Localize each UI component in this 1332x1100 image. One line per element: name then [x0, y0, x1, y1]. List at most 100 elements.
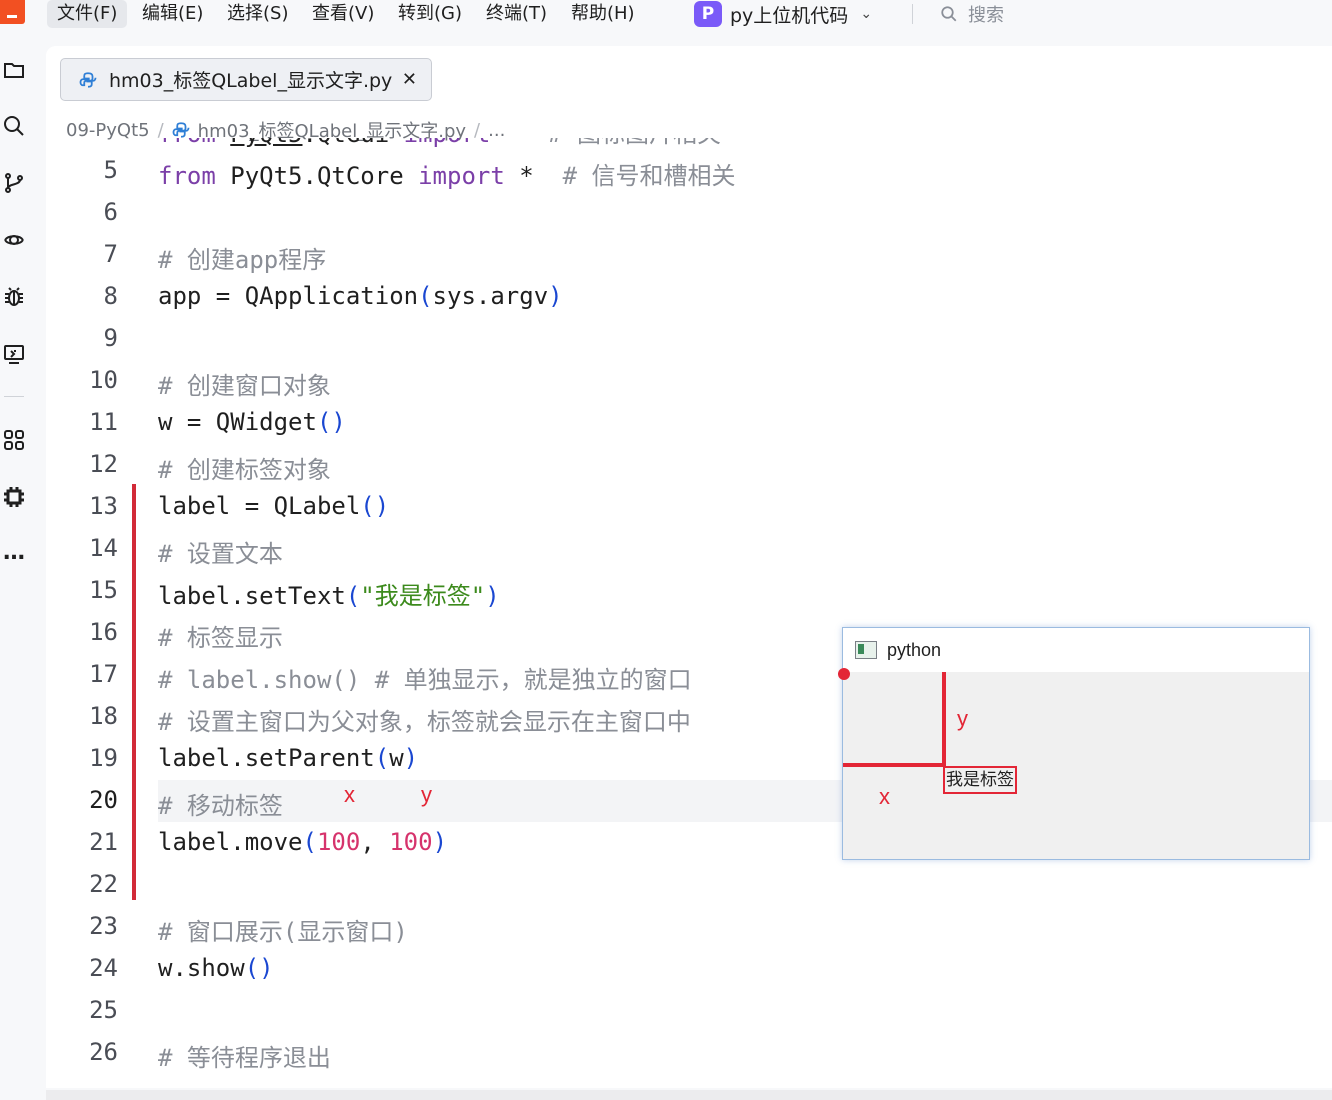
keyword: from — [158, 138, 216, 148]
line-number: 25 — [89, 996, 118, 1024]
line-number: 18 — [89, 702, 118, 730]
code-token: , — [360, 828, 390, 856]
tab-bar: hm03_标签QLabel_显示文字.py ✕ — [46, 46, 1332, 108]
more-icon[interactable]: … — [0, 538, 28, 566]
menu-view[interactable]: 查看(V) — [302, 0, 384, 28]
code-token: label.move — [158, 828, 303, 856]
code-token: w.show — [158, 954, 245, 982]
line-number: 14 — [89, 534, 118, 562]
activity-bar: … — [0, 30, 46, 1100]
chip-icon[interactable] — [0, 483, 28, 511]
line-number: 5 — [103, 156, 118, 184]
code-line: 4 from PyQt5.QtGui import * # 图标图片相关 — [46, 138, 1332, 150]
paren: () — [244, 954, 274, 982]
paren: ) — [485, 582, 500, 610]
source-control-icon[interactable] — [0, 169, 28, 197]
code-token: w = QWidget — [158, 408, 317, 436]
menu-terminal[interactable]: 终端(T) — [476, 0, 557, 28]
code-line: 7 # 创建app程序 — [46, 234, 1332, 276]
paren: ( — [302, 828, 317, 856]
comment: # label.show() # 单独显示，就是独立的窗口 — [158, 666, 692, 694]
annotation-y: y — [421, 782, 432, 807]
line-number: 8 — [103, 282, 118, 310]
line-number: 17 — [89, 660, 118, 688]
menu-go[interactable]: 转到(G) — [388, 0, 472, 28]
extensions-icon[interactable] — [0, 426, 28, 454]
paren: () — [316, 408, 346, 436]
code-line: 24 w.show() — [46, 948, 1332, 990]
app-logo-icon[interactable] — [0, 0, 25, 24]
code-token: * — [490, 138, 548, 148]
code-line: 6 — [46, 192, 1332, 234]
horizontal-scrollbar[interactable] — [46, 1090, 1332, 1100]
project-badge: P — [694, 1, 722, 27]
line-number: 22 — [89, 870, 118, 898]
code-line: 15 label.setText("我是标签") — [46, 570, 1332, 612]
run-debug-icon[interactable] — [0, 226, 28, 254]
paren: ) — [432, 828, 448, 856]
paren: ( — [418, 282, 433, 310]
code-token: label = QLabel — [158, 492, 361, 520]
code-token: label.setParent — [158, 744, 375, 772]
menu-bar: 文件(F) 编辑(E) 选择(S) 查看(V) 转到(G) 终端(T) 帮助(H… — [0, 0, 1332, 30]
python-file-icon — [172, 122, 190, 138]
x-offset-line — [843, 763, 946, 767]
code-line: 22 — [46, 864, 1332, 906]
keyword: import — [418, 162, 505, 190]
line-number: 20 — [89, 786, 118, 814]
code-editor[interactable]: 4 from PyQt5.QtGui import * # 图标图片相关 5 f… — [46, 138, 1332, 1088]
annotation-x: x — [879, 784, 890, 809]
search-icon[interactable] — [0, 112, 28, 140]
qlabel: 我是标签 — [943, 766, 1017, 794]
editor-tab[interactable]: hm03_标签QLabel_显示文字.py ✕ — [60, 58, 432, 101]
code-token: app = QApplication — [158, 282, 419, 310]
comment: # 移动标签 — [158, 792, 283, 820]
code-text: w.show() — [158, 954, 274, 982]
code-line: 26 # 等待程序退出 — [46, 1032, 1332, 1074]
line-number: 15 — [89, 576, 118, 604]
code-token: * — [504, 162, 563, 190]
code-token: label.setText — [158, 582, 346, 610]
module-name: PyQt5 — [230, 138, 302, 148]
code-line: 13 label = QLabel() — [46, 486, 1332, 528]
remote-explorer-icon[interactable] — [0, 340, 28, 368]
code-token: sys.argv — [432, 282, 549, 310]
line-number: 4 — [46, 138, 118, 142]
comment: # 创建标签对象 — [158, 456, 331, 484]
project-switcher[interactable]: P py上位机代码 ⌄ — [694, 0, 872, 28]
paren: ( — [374, 744, 390, 772]
window-titlebar[interactable]: python — [843, 628, 1309, 672]
python-window[interactable]: python y x 我是标签 — [838, 627, 1310, 860]
comment: # 标签显示 — [158, 624, 283, 652]
code-line: 8 app = QApplication(sys.argv) — [46, 276, 1332, 318]
code-text: label = QLabel() — [158, 492, 389, 520]
comment: # 创建app程序 — [158, 246, 327, 274]
line-number: 12 — [89, 450, 118, 478]
menu-selection[interactable]: 选择(S) — [217, 0, 298, 28]
code-line: 14 # 设置文本 — [46, 528, 1332, 570]
paren: ) — [548, 282, 563, 310]
line-number: 24 — [89, 954, 118, 982]
project-name: py上位机代码 — [730, 4, 849, 27]
comment: # 设置主窗口为父对象，标签就会显示在主窗口中 — [158, 708, 691, 736]
close-icon[interactable]: ✕ — [402, 69, 417, 90]
code-line: 12 # 创建标签对象 — [46, 444, 1332, 486]
line-number: 13 — [89, 492, 118, 520]
keyword: from — [158, 162, 216, 190]
annotation-y: y — [957, 706, 968, 731]
search-box[interactable]: 搜索 — [940, 0, 1004, 28]
code-token: .QtGui — [303, 138, 404, 148]
bug-icon[interactable] — [0, 283, 28, 311]
comment: # 信号和槽相关 — [562, 162, 736, 190]
menu-file[interactable]: 文件(F) — [47, 0, 128, 28]
window-app-icon — [855, 641, 877, 659]
python-file-icon — [79, 71, 97, 88]
keyword: import — [404, 138, 491, 148]
explorer-icon[interactable] — [0, 56, 28, 84]
code-token: PyQt5.QtCore — [215, 162, 419, 190]
string-literal: "我是标签" — [360, 582, 486, 610]
menu-help[interactable]: 帮助(H) — [561, 0, 645, 28]
y-offset-line — [942, 672, 946, 766]
git-change-marker[interactable] — [132, 484, 136, 900]
menu-edit[interactable]: 编辑(E) — [132, 0, 213, 28]
